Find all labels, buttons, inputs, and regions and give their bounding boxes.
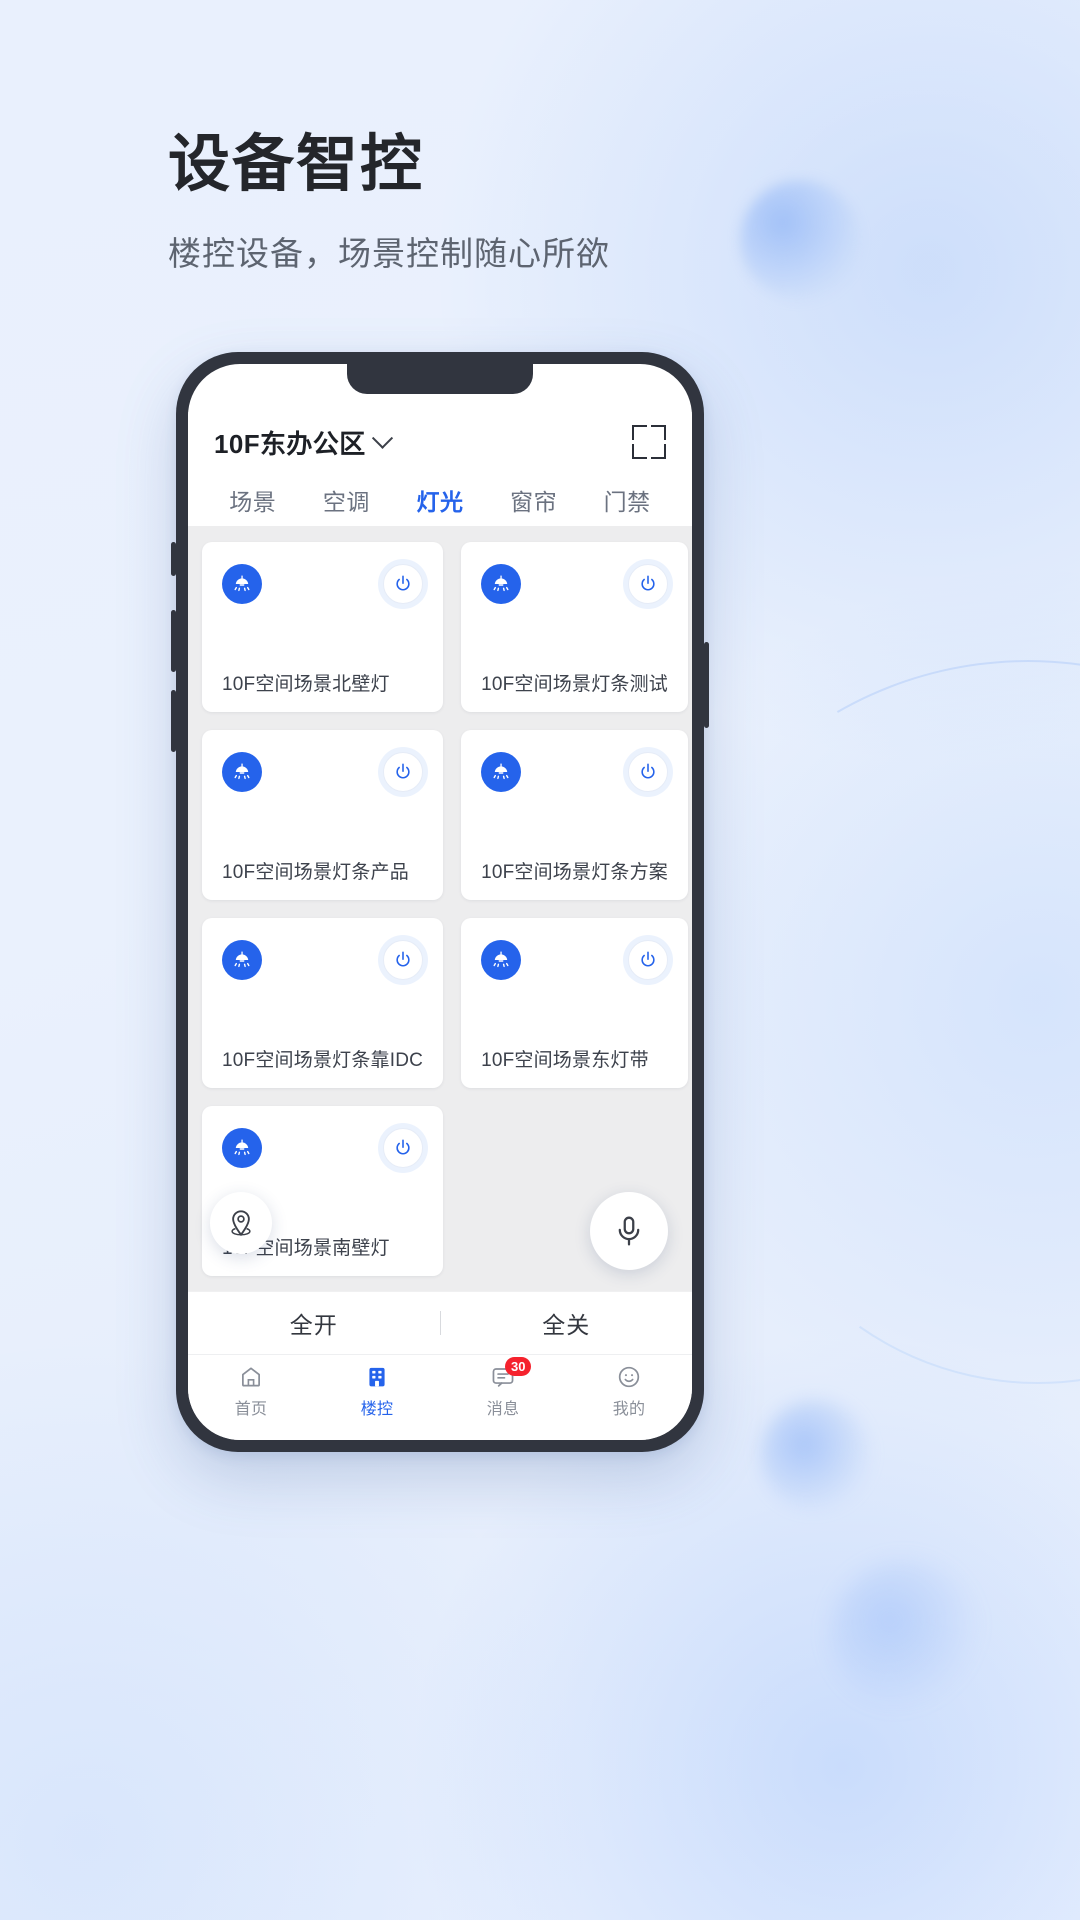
all-on-button[interactable]: 全开 — [188, 1306, 440, 1340]
device-power-toggle[interactable] — [383, 1128, 424, 1168]
ceiling-lamp-icon — [493, 763, 509, 780]
voice-assistant-fab[interactable] — [590, 1192, 668, 1270]
device-card[interactable]: 10F空间场景北壁灯 — [202, 542, 444, 712]
device-card-top — [481, 940, 669, 980]
category-tabs: 场景 空调 灯光 窗帘 门禁 — [188, 474, 692, 526]
device-power-toggle[interactable] — [628, 564, 669, 604]
tab-0[interactable]: 场景 — [225, 480, 280, 531]
page-title: 设备智控 — [168, 130, 425, 199]
device-name: 10F空间场景灯条方案 — [481, 862, 669, 883]
ceiling-lamp-icon — [481, 564, 522, 604]
nav-item-label: 我的 — [612, 1401, 646, 1418]
device-name: 10F空间场景灯条产品 — [222, 862, 409, 883]
device-card[interactable]: 10F空间场景灯条测试 — [461, 542, 689, 712]
ceiling-lamp-icon — [234, 1139, 250, 1156]
building-icon — [364, 1364, 390, 1390]
power-icon — [396, 1139, 410, 1155]
device-card[interactable]: 10F空间场景灯条方案 — [461, 730, 689, 900]
bottom-navigation: 首页 楼控 30 消息 我的 — [188, 1354, 692, 1440]
ceiling-lamp-icon — [222, 940, 262, 980]
app-header: 10F东办公区 — [188, 412, 692, 472]
scan-corner-tr — [651, 425, 666, 440]
all-control-bar: 全开 全关 — [188, 1291, 692, 1354]
power-icon — [396, 763, 410, 779]
nav-item-label: 楼控 — [360, 1401, 394, 1418]
ceiling-lamp-icon — [234, 763, 250, 780]
tab-3[interactable]: 窗帘 — [506, 480, 561, 531]
tab-1[interactable]: 空调 — [319, 480, 374, 531]
message-icon: 30 — [490, 1357, 532, 1390]
tab-2[interactable]: 灯光 — [412, 480, 467, 531]
device-card-top — [481, 564, 669, 604]
nav-item-1[interactable]: 楼控 — [314, 1364, 440, 1419]
device-list-scroll-area[interactable]: 10F空间场景北壁灯 10F空间场景灯条测试 10F空间场景灯条产品 10F空间场景灯… — [188, 526, 692, 1292]
device-card[interactable]: 10F空间场景灯条靠IDC — [202, 918, 444, 1088]
ceiling-lamp-icon — [493, 575, 509, 592]
phone-screen: 10F东办公区 场景 空调 灯光 窗帘 门禁 10F空间场景北壁灯 10F空间场景灯条测试… — [188, 364, 692, 1440]
device-power-toggle[interactable] — [383, 564, 424, 604]
device-power-toggle[interactable] — [628, 940, 669, 980]
device-grid: 10F空间场景北壁灯 10F空间场景灯条测试 10F空间场景灯条产品 10F空间场景灯… — [188, 526, 692, 1276]
nav-item-label: 首页 — [234, 1401, 268, 1418]
scan-corner-bl — [632, 444, 647, 459]
phone-volume-down-button[interactable] — [171, 690, 176, 752]
ceiling-lamp-icon — [481, 752, 522, 792]
chevron-down-icon — [371, 427, 393, 449]
phone-volume-up-button[interactable] — [171, 610, 176, 672]
profile-icon — [616, 1364, 642, 1390]
ceiling-lamp-icon — [222, 752, 262, 792]
power-icon — [641, 951, 655, 967]
nav-item-2[interactable]: 30 消息 — [440, 1357, 566, 1419]
location-label: 10F东办公区 — [214, 428, 366, 459]
location-pin-icon — [231, 1210, 251, 1237]
device-card-top — [481, 752, 669, 792]
power-icon — [396, 575, 410, 591]
list-end-text: 没有更多数据了 — [188, 1276, 692, 1292]
location-selector[interactable]: 10F东办公区 — [214, 424, 393, 461]
device-card[interactable]: 10F空间场景灯条产品 — [202, 730, 444, 900]
decorative-blob-bottom — [830, 1560, 980, 1710]
device-name: 10F空间场景北壁灯 — [222, 674, 390, 695]
power-icon — [641, 575, 655, 591]
device-card-top — [222, 1128, 424, 1168]
ceiling-lamp-icon — [222, 1128, 262, 1168]
phone-notch — [347, 364, 533, 394]
device-card-top — [222, 940, 424, 980]
device-power-toggle[interactable] — [383, 940, 424, 980]
nav-item-label: 消息 — [486, 1401, 520, 1418]
ceiling-lamp-icon — [222, 564, 262, 604]
scan-qr-icon[interactable] — [632, 425, 666, 459]
page-subtitle: 楼控设备，场景控制随心所欲 — [168, 235, 610, 273]
device-card-top — [222, 564, 424, 604]
ceiling-lamp-icon — [493, 951, 509, 968]
nav-item-3[interactable]: 我的 — [566, 1364, 692, 1419]
hero-heading-block: 设备智控 楼控设备，场景控制随心所欲 — [168, 130, 968, 276]
location-fab[interactable] — [210, 1192, 272, 1254]
home-icon — [238, 1364, 264, 1390]
device-name: 10F空间场景东灯带 — [481, 1050, 649, 1071]
device-card-top — [222, 752, 424, 792]
scan-corner-tl — [632, 425, 647, 440]
power-icon — [641, 763, 655, 779]
device-power-toggle[interactable] — [383, 752, 424, 792]
tab-4[interactable]: 门禁 — [600, 480, 655, 531]
microphone-icon — [618, 1216, 640, 1246]
phone-mockup: 10F东办公区 场景 空调 灯光 窗帘 门禁 10F空间场景北壁灯 10F空间场景灯条测试… — [171, 352, 709, 1452]
device-card[interactable]: 10F空间场景东灯带 — [461, 918, 689, 1088]
phone-mute-button[interactable] — [171, 542, 176, 576]
ceiling-lamp-icon — [481, 940, 522, 980]
device-name: 10F空间场景灯条测试 — [481, 674, 669, 695]
device-power-toggle[interactable] — [628, 752, 669, 792]
power-icon — [396, 951, 410, 967]
ceiling-lamp-icon — [234, 575, 250, 592]
nav-item-0[interactable]: 首页 — [188, 1364, 314, 1419]
scan-corner-br — [651, 444, 666, 459]
all-off-button[interactable]: 全关 — [441, 1306, 693, 1340]
decorative-blob-bottom-right — [760, 1400, 870, 1510]
device-name: 10F空间场景灯条靠IDC — [222, 1050, 424, 1071]
ceiling-lamp-icon — [234, 951, 250, 968]
message-badge: 30 — [505, 1357, 532, 1376]
phone-power-button[interactable] — [704, 642, 709, 728]
